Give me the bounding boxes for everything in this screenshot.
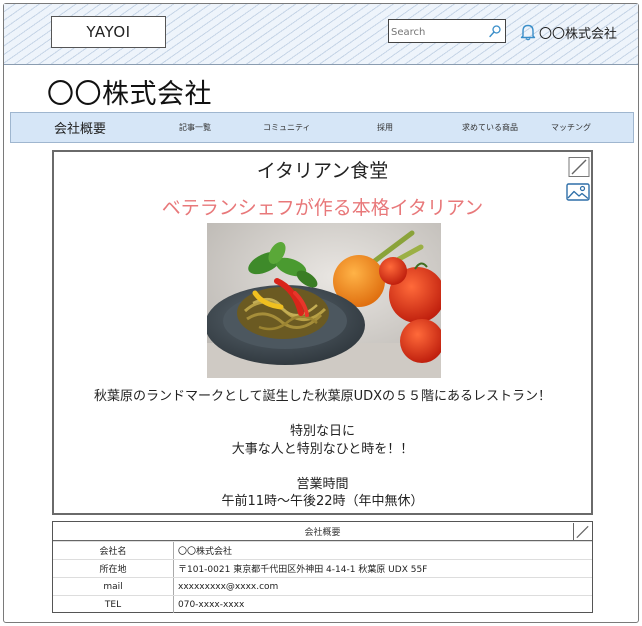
search-box[interactable] <box>388 19 506 43</box>
nav-item-matching[interactable]: マッチング <box>551 113 591 142</box>
site-header: YAYOI 〇〇株式会社 <box>4 4 638 65</box>
card-title: イタリアン食堂 <box>256 160 389 182</box>
nav-item-recruit[interactable]: 採用 <box>377 113 393 142</box>
row-key: 所在地 <box>53 560 174 577</box>
table-row: TEL 070-xxxx-xxxx <box>53 595 592 613</box>
row-key: mail <box>53 578 174 595</box>
restaurant-card: イタリアン食堂 ベテランシェフが作る本格イタリアン 秋葉原のランドマークとして誕… <box>52 150 593 515</box>
image-icon[interactable] <box>566 183 590 201</box>
nav-item-company-overview[interactable]: 会社概要 <box>54 113 106 142</box>
row-key: 会社名 <box>53 542 174 559</box>
card-subtitle: ベテランシェフが作る本格イタリアン <box>161 197 484 219</box>
card-description: 秋葉原のランドマークとして誕生した秋葉原UDXの５５階にあるレストラン！ 特別な… <box>54 388 591 511</box>
user-name[interactable]: 〇〇株式会社 <box>539 23 617 42</box>
edit-icon[interactable] <box>568 157 590 177</box>
desc-line <box>54 458 591 476</box>
pasta-photo <box>207 223 441 378</box>
row-value: 〒101-0021 東京都千代田区外神田 4-14-1 秋葉原 UDX 55F <box>178 565 428 575</box>
nav-item-wanted-products[interactable]: 求めている商品 <box>462 113 518 142</box>
logo-text: YAYOI <box>86 23 131 41</box>
table-row: 所在地 〒101-0021 東京都千代田区外神田 4-14-1 秋葉原 UDX … <box>53 559 592 577</box>
company-info-table: 会社概要 会社名 〇〇株式会社 所在地 〒101-0021 東京都千代田区外神田… <box>52 521 593 613</box>
nav-item-articles[interactable]: 記事一覧 <box>179 113 211 142</box>
row-value: 070-xxxx-xxxx <box>178 599 245 610</box>
row-value: 〇〇株式会社 <box>178 547 233 557</box>
logo[interactable]: YAYOI <box>51 16 166 48</box>
search-icon[interactable] <box>488 24 502 38</box>
table-row: mail xxxxxxxxx@xxxx.com <box>53 577 592 595</box>
desc-line: 特別な日に <box>289 424 355 439</box>
bell-icon[interactable] <box>520 23 536 41</box>
table-row: 会社名 〇〇株式会社 <box>53 541 592 559</box>
desc-line: 午前11時〜午後22時（年中無休） <box>221 494 424 509</box>
page-title: 〇〇株式会社 <box>47 79 212 110</box>
page-frame: YAYOI 〇〇株式会社 〇〇株式会社 会社概要 記事一覧 コミュニティ 採用 … <box>3 3 639 623</box>
row-key: TEL <box>53 596 174 613</box>
search-input[interactable] <box>391 22 487 43</box>
desc-line <box>54 406 591 424</box>
desc-line: 大事な人と特別なひと時を！！ <box>231 441 414 457</box>
desc-line: 秋葉原のランドマークとして誕生した秋葉原UDXの５５階にあるレストラン！ <box>93 389 552 404</box>
desc-line: 営業時間 <box>296 476 349 492</box>
edit-icon[interactable] <box>573 523 591 540</box>
table-title: 会社概要 <box>304 527 341 538</box>
main-nav: 会社概要 記事一覧 コミュニティ 採用 求めている商品 マッチング <box>10 112 634 143</box>
row-value: xxxxxxxxx@xxxx.com <box>178 581 279 592</box>
nav-item-community[interactable]: コミュニティ <box>263 113 311 142</box>
table-header: 会社概要 <box>53 522 592 541</box>
